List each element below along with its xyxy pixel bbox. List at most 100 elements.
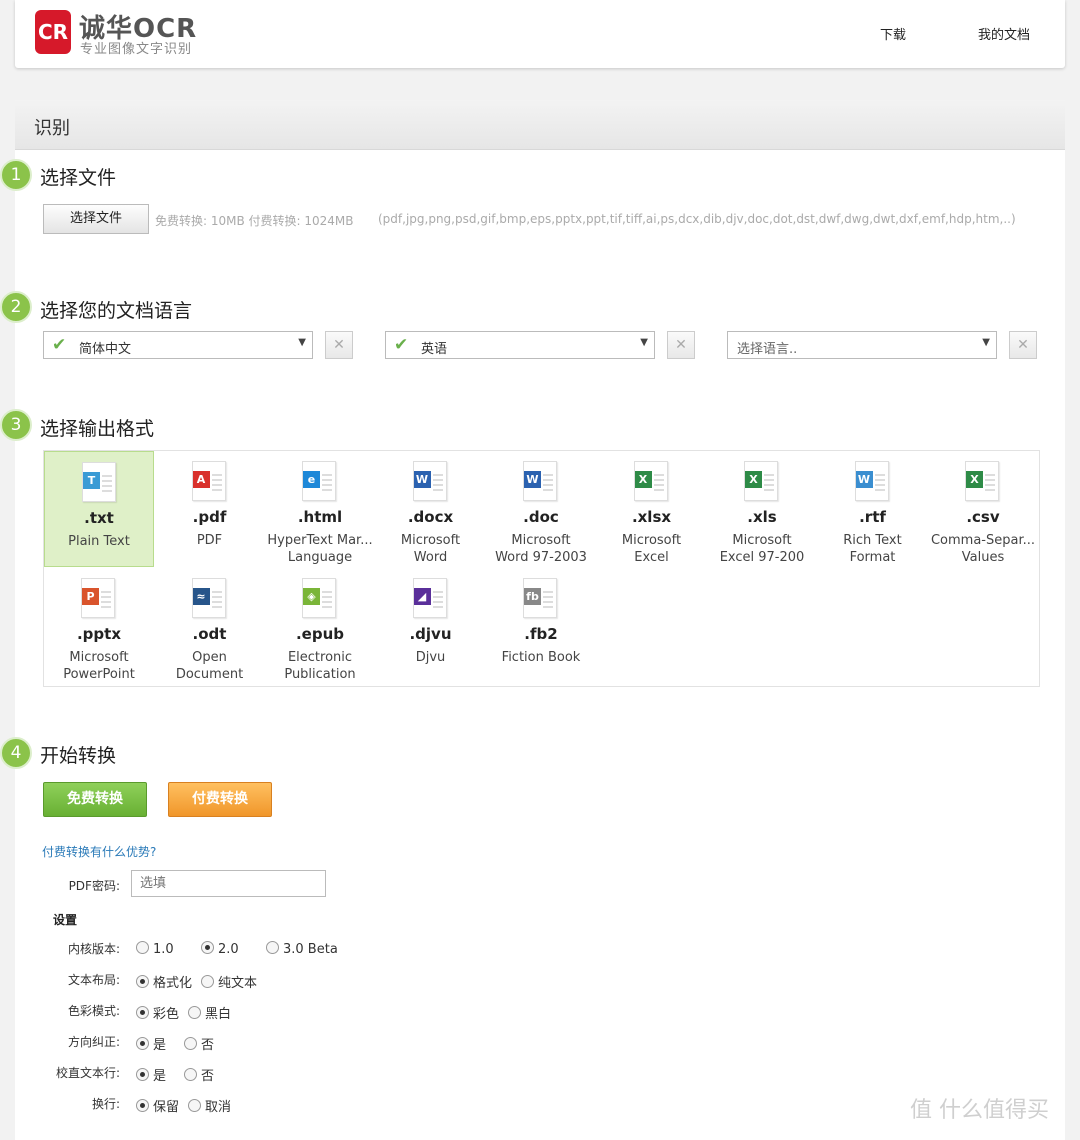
doc-line [102, 475, 112, 477]
setting-radio-option[interactable]: 2.0 [201, 941, 239, 957]
format-badge: X [745, 471, 762, 488]
radio-icon[interactable] [188, 1099, 201, 1112]
format-description-line2: Values [961, 550, 1005, 565]
format-option[interactable]: A .pdf PDF [155, 451, 265, 567]
radio-icon[interactable] [201, 975, 214, 988]
format-badge: ◢ [413, 588, 431, 605]
doc-line [543, 484, 553, 486]
radio-icon[interactable] [136, 1099, 149, 1112]
paid-convert-button[interactable]: 付费转换 [168, 782, 272, 817]
setting-radio-option[interactable]: 1.0 [136, 941, 174, 957]
paid-advantages-link[interactable]: 付费转换有什么优势? [42, 843, 156, 860]
format-option[interactable]: ◈ .epub Electronic Publication [265, 568, 375, 684]
format-extension: .html [297, 508, 343, 526]
doc-line [101, 601, 111, 603]
format-description-line1: Microsoft [511, 533, 571, 548]
doc-line [543, 601, 553, 603]
nav-my-documents[interactable]: 我的文档 [978, 24, 1030, 43]
setting-radio-option[interactable]: 3.0 Beta [266, 941, 338, 957]
format-extension: .odt [192, 625, 227, 643]
radio-icon[interactable] [201, 941, 214, 954]
radio-icon[interactable] [136, 1037, 149, 1050]
format-option[interactable]: T .txt Plain Text [44, 451, 154, 567]
doc-line [101, 596, 111, 598]
radio-label: 格式化 [153, 976, 193, 991]
radio-icon[interactable] [266, 941, 279, 954]
format-description-line1: HyperText Mar... [267, 533, 373, 548]
format-option[interactable]: ◢ .djvu Djvu [376, 568, 486, 684]
radio-icon[interactable] [184, 1068, 197, 1081]
panel-title: 识别 [34, 118, 70, 139]
step-1-badge: 1 [0, 159, 32, 191]
radio-label: 保留 [153, 1100, 180, 1115]
doc-line [432, 489, 443, 491]
logo-icon: CR [35, 10, 71, 54]
setting-radio-option[interactable]: 彩色 [136, 1003, 179, 1022]
doc-line [211, 474, 222, 476]
format-description: Microsoft Excel 97-200 [707, 532, 817, 566]
setting-radio-option[interactable]: 是 [136, 1065, 166, 1084]
radio-icon[interactable] [136, 1068, 149, 1081]
free-convert-button[interactable]: 免费转换 [43, 782, 147, 817]
step-4-badge: 4 [0, 737, 32, 769]
radio-icon[interactable] [184, 1037, 197, 1050]
setting-radio-option[interactable]: 保留 [136, 1096, 179, 1115]
csv-file-icon: X [965, 461, 999, 501]
top-bar: CR 诚华OCR 专业图像文字识别 下载 我的文档 [15, 0, 1065, 68]
format-option[interactable]: W .docx Microsoft Word [376, 451, 486, 567]
doc-line [874, 484, 885, 486]
doc-line [653, 474, 664, 476]
doc-line [102, 485, 112, 487]
radio-label: 否 [201, 1069, 215, 1084]
format-description: Rich Text Format [818, 532, 928, 566]
setting-radio-option[interactable]: 黑白 [188, 1003, 231, 1022]
format-option[interactable]: ≈ .odt Open Document [155, 568, 265, 684]
radio-label: 纯文本 [218, 976, 258, 991]
doc-line [543, 479, 553, 481]
format-option[interactable]: fb .fb2 Fiction Book [486, 568, 596, 684]
format-badge: W [524, 471, 541, 488]
format-description-line2: Publication [284, 667, 356, 682]
radio-icon[interactable] [136, 941, 149, 954]
step-2-title: 选择您的文档语言 [40, 300, 193, 322]
setting-radio-option[interactable]: 纯文本 [201, 972, 257, 991]
format-badge: ≈ [192, 588, 210, 605]
setting-radio-option[interactable]: 是 [136, 1034, 166, 1053]
format-option[interactable]: W .rtf Rich Text Format [818, 451, 928, 567]
clear-language-1-button[interactable]: ✕ [325, 331, 353, 359]
clear-language-3-button[interactable]: ✕ [1009, 331, 1037, 359]
clear-language-2-button[interactable]: ✕ [667, 331, 695, 359]
setting-radio-option[interactable]: 取消 [188, 1096, 231, 1115]
radio-icon[interactable] [136, 1006, 149, 1019]
odt-file-icon: ≈ [191, 578, 226, 618]
format-option[interactable]: e .html HyperText Mar... Language [265, 451, 375, 567]
format-option[interactable]: X .xls Microsoft Excel 97-200 [707, 451, 817, 567]
setting-radio-option[interactable]: 否 [184, 1065, 214, 1084]
format-badge: X [966, 471, 983, 488]
doc-line [432, 591, 443, 593]
doc-line [432, 601, 443, 603]
check-icon: ✔ [394, 335, 409, 355]
language-select-1[interactable]: ✔ 简体中文 ▼ [43, 331, 313, 359]
format-option[interactable]: X .xlsx Microsoft Excel [597, 451, 707, 567]
format-option[interactable]: X .csv Comma-Separ... Values [928, 451, 1038, 567]
format-option[interactable]: P .pptx Microsoft PowerPoint [44, 568, 154, 684]
radio-label: 是 [153, 1038, 167, 1053]
choose-file-button[interactable]: 选择文件 [43, 204, 149, 234]
language-select-3[interactable]: 选择语言.. ▼ [727, 331, 997, 359]
format-description-line1: Djvu [415, 650, 446, 665]
nav-download[interactable]: 下载 [880, 24, 906, 43]
language-select-2[interactable]: ✔ 英语 ▼ [385, 331, 655, 359]
doc-line [211, 479, 222, 481]
setting-radio-option[interactable]: 否 [184, 1034, 214, 1053]
radio-icon[interactable] [136, 975, 149, 988]
radio-label: 3.0 Beta [283, 942, 338, 957]
radio-icon[interactable] [188, 1006, 201, 1019]
doc-line [102, 480, 112, 482]
setting-radio-option[interactable]: 格式化 [136, 972, 192, 991]
pdf-password-input[interactable] [131, 870, 326, 897]
doc-line [764, 484, 774, 486]
format-badge: ◈ [303, 588, 320, 605]
format-option[interactable]: W .doc Microsoft Word 97-2003 [486, 451, 596, 567]
doc-line [211, 601, 222, 603]
